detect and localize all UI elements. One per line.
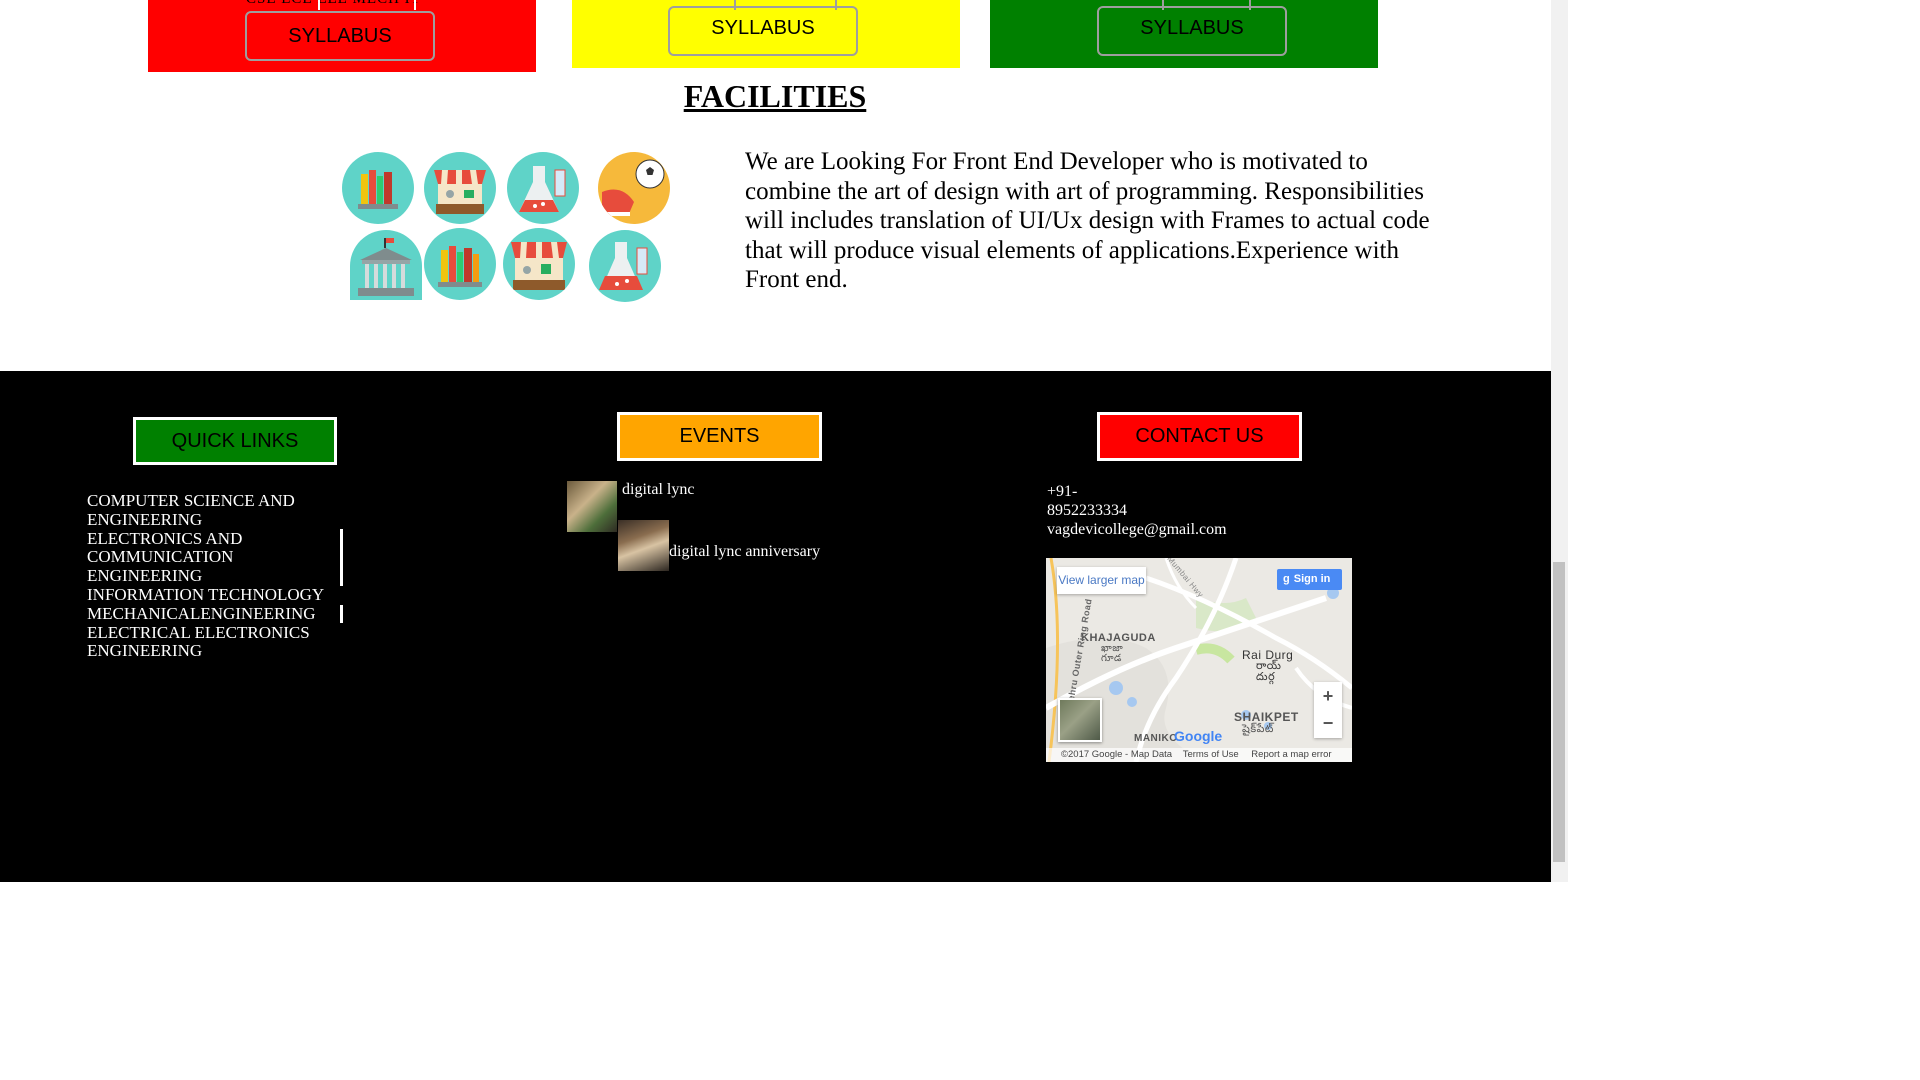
university-building-icon	[350, 230, 422, 300]
scrollbar-thumb[interactable]	[1553, 562, 1565, 862]
map-label: షైక్‌పేట్	[1242, 723, 1274, 735]
course-abbreviations: CSE ECE EEE MECH IT	[246, 0, 421, 8]
embedded-map[interactable]: KHAJAGUDA ఖాజా గూడ Rai Durg రాయ్ దుర్గ S…	[1046, 558, 1352, 762]
map-copyright: ©2017 Google - Map Data	[1061, 749, 1173, 760]
terms-of-use-link[interactable]: Terms of Use	[1183, 749, 1239, 760]
contact-info: +91- 8952233334 vagdevicollege@gmail.com	[1047, 482, 1227, 539]
sign-in-button[interactable]: g Sign in	[1277, 569, 1342, 590]
ece-course-card: SYLLABUS	[572, 0, 960, 68]
quick-link-ece[interactable]: ELECTRONICS AND COMMUNICATION ENGINEERIN…	[87, 529, 327, 586]
sports-football-icon	[598, 152, 670, 224]
sign-in-label: Sign in	[1293, 573, 1331, 585]
map-label: MANIKO	[1134, 733, 1178, 744]
map-attribution: ©2017 Google - Map Data Terms of Use Rep…	[1046, 748, 1352, 762]
market-stall-icon	[424, 152, 496, 224]
google-g-icon: g	[1283, 573, 1290, 585]
event-link[interactable]: digital lync anniversary	[669, 543, 820, 561]
syllabus-button[interactable]: SYLLABUS	[245, 11, 435, 61]
phone-prefix: +91-	[1047, 483, 1078, 500]
map-label: ఖాజా గూడ	[1101, 643, 1124, 664]
report-map-error-link[interactable]: Report a map error	[1251, 749, 1331, 760]
divider	[414, 0, 416, 10]
library-books-icon	[424, 228, 496, 300]
phone-number: 8952233334	[1047, 502, 1127, 519]
chemistry-flask-icon	[589, 230, 661, 302]
event-thumbnail[interactable]	[567, 481, 617, 532]
zoom-in-button[interactable]: +	[1314, 682, 1342, 710]
cse-course-card: CSE ECE EEE MECH IT SYLLABUS	[148, 0, 536, 72]
facilities-title: FACILITIES	[683, 78, 867, 114]
quick-links-list: COMPUTER SCIENCE AND ENGINEERING ELECTRO…	[87, 491, 327, 662]
google-logo: Google	[1174, 728, 1223, 744]
email-address[interactable]: vagdevicollege@gmail.com	[1047, 520, 1227, 539]
event-link[interactable]: digital lync	[622, 481, 694, 499]
event-thumbnail[interactable]	[618, 520, 669, 571]
syllabus-button[interactable]: SYLLABUS	[668, 6, 858, 56]
satellite-toggle[interactable]	[1058, 698, 1102, 742]
divider	[340, 529, 343, 586]
facilities-description: We are Looking For Front End Developer w…	[745, 148, 1430, 293]
quick-link-cse[interactable]: COMPUTER SCIENCE AND ENGINEERING	[87, 491, 327, 530]
market-stall-icon	[503, 228, 575, 300]
divider	[318, 0, 320, 10]
chemistry-flask-icon	[507, 152, 579, 224]
events-button[interactable]: EVENTS	[617, 412, 822, 461]
quick-link-mech[interactable]: MECHANICALENGINEERING	[87, 604, 327, 624]
syllabus-button[interactable]: SYLLABUS	[1097, 6, 1287, 56]
quick-links-button[interactable]: QUICK LINKS	[133, 417, 337, 465]
quick-link-eee[interactable]: ELECTRICAL ELECTRONICS ENGINEERING	[87, 623, 327, 662]
contact-us-button[interactable]: CONTACT US	[1097, 412, 1302, 461]
map-label: SHAIKPET	[1234, 710, 1299, 724]
divider	[340, 605, 343, 623]
zoom-controls: + −	[1314, 682, 1342, 738]
zoom-out-button[interactable]: −	[1314, 710, 1342, 738]
map-label: రాయ్ దుర్గ	[1256, 660, 1282, 683]
eee-course-card: SYLLABUS	[990, 0, 1378, 68]
quick-link-it[interactable]: INFORMATION TECHNOLOGY	[87, 585, 327, 605]
library-books-icon	[342, 152, 414, 224]
view-larger-map-link[interactable]: View larger map	[1057, 567, 1146, 594]
